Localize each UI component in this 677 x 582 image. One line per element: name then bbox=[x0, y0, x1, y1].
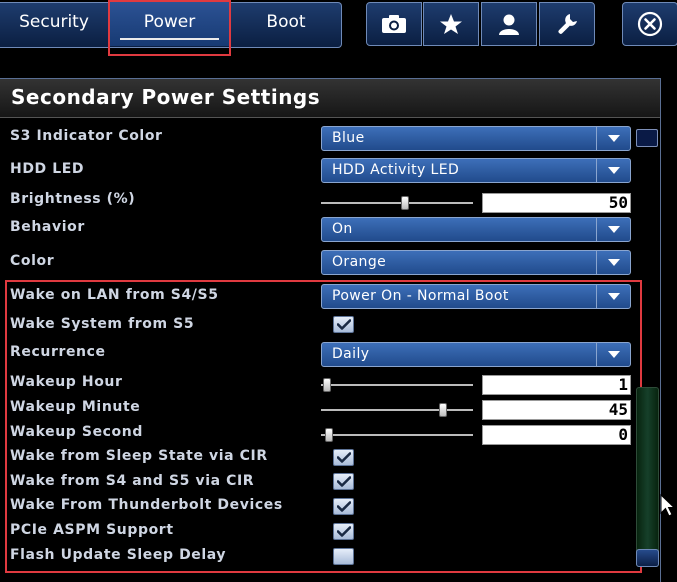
checkmark-icon bbox=[336, 501, 351, 512]
wake-system-s5-label: Wake System from S5 bbox=[10, 316, 195, 332]
wake-thunderbolt-checkbox[interactable] bbox=[333, 498, 354, 515]
slider-thumb[interactable] bbox=[400, 196, 409, 210]
recurrence-label: Recurrence bbox=[10, 344, 106, 360]
s3-indicator-color-value: Blue bbox=[332, 130, 365, 146]
hdd-led-label: HDD LED bbox=[10, 161, 85, 177]
wake-on-lan-value: Power On - Normal Boot bbox=[332, 288, 509, 304]
chevron-down-icon bbox=[596, 343, 630, 366]
chevron-down-icon bbox=[596, 127, 630, 150]
wake-s4-s5-cir-label: Wake from S4 and S5 via CIR bbox=[10, 473, 255, 489]
checkmark-icon bbox=[336, 526, 351, 537]
scroll-down-button[interactable] bbox=[636, 549, 659, 567]
hdd-led-select[interactable]: HDD Activity LED bbox=[321, 158, 631, 183]
wakeup-second-slider[interactable] bbox=[321, 428, 473, 442]
behavior-value: On bbox=[332, 221, 353, 237]
hdd-led-value: HDD Activity LED bbox=[332, 162, 460, 178]
pcie-aspm-label: PCIe ASPM Support bbox=[10, 522, 174, 538]
user-button[interactable] bbox=[481, 2, 537, 46]
recurrence-select[interactable]: Daily bbox=[321, 342, 631, 367]
wakeup-hour-label: Wakeup Hour bbox=[10, 374, 123, 390]
slider-thumb[interactable] bbox=[323, 378, 332, 392]
user-icon bbox=[499, 14, 519, 35]
settings-button[interactable] bbox=[539, 2, 595, 46]
mouse-cursor-icon bbox=[660, 494, 676, 517]
color-label: Color bbox=[10, 253, 55, 269]
top-nav-bar: Security Power Boot bbox=[0, 0, 677, 58]
color-value: Orange bbox=[332, 254, 387, 270]
scrollbar[interactable] bbox=[636, 387, 659, 567]
checkmark-icon bbox=[336, 319, 351, 330]
s3-indicator-color-select[interactable]: Blue bbox=[321, 126, 631, 151]
wakeup-second-input[interactable]: 0 bbox=[482, 425, 631, 445]
panel-title-bar: Secondary Power Settings bbox=[0, 79, 660, 118]
star-icon bbox=[440, 14, 462, 34]
favorites-button[interactable] bbox=[423, 2, 479, 46]
wrench-icon bbox=[558, 14, 577, 34]
wake-system-s5-checkbox[interactable] bbox=[333, 316, 354, 333]
wake-sleep-cir-checkbox[interactable] bbox=[333, 449, 354, 466]
wakeup-hour-input[interactable]: 1 bbox=[482, 375, 631, 395]
behavior-label: Behavior bbox=[10, 219, 85, 235]
tab-security-label: Security bbox=[19, 12, 89, 32]
wakeup-minute-label: Wakeup Minute bbox=[10, 399, 141, 415]
chevron-down-icon bbox=[596, 159, 630, 182]
wakeup-hour-slider[interactable] bbox=[321, 378, 473, 392]
brightness-slider[interactable] bbox=[321, 196, 473, 210]
close-button[interactable] bbox=[622, 2, 677, 46]
s3-indicator-color-label: S3 Indicator Color bbox=[10, 128, 163, 144]
slider-track bbox=[321, 409, 473, 411]
wake-s4-s5-cir-checkbox[interactable] bbox=[333, 473, 354, 490]
wakeup-second-label: Wakeup Second bbox=[10, 424, 143, 440]
slider-thumb[interactable] bbox=[324, 428, 333, 442]
page-title: Secondary Power Settings bbox=[11, 85, 321, 109]
s3-color-swatch bbox=[636, 129, 658, 147]
wakeup-minute-slider[interactable] bbox=[321, 403, 473, 417]
flash-update-delay-label: Flash Update Sleep Delay bbox=[10, 547, 227, 563]
checkmark-icon bbox=[336, 452, 351, 463]
tab-boot[interactable]: Boot bbox=[231, 2, 341, 46]
chevron-down-icon bbox=[596, 218, 630, 241]
slider-track bbox=[321, 384, 473, 386]
recurrence-value: Daily bbox=[332, 346, 370, 362]
brightness-input[interactable]: 50 bbox=[482, 193, 631, 213]
tab-security[interactable]: Security bbox=[0, 2, 108, 46]
slider-track bbox=[321, 434, 473, 436]
wake-on-lan-label: Wake on LAN from S4/S5 bbox=[10, 287, 219, 303]
wakeup-minute-input[interactable]: 45 bbox=[482, 400, 631, 420]
tab-boot-label: Boot bbox=[266, 12, 306, 32]
color-select[interactable]: Orange bbox=[321, 250, 631, 275]
checkmark-icon bbox=[336, 476, 351, 487]
chevron-down-icon bbox=[596, 285, 630, 308]
close-circle-icon bbox=[637, 11, 663, 37]
wake-sleep-cir-label: Wake from Sleep State via CIR bbox=[10, 448, 268, 464]
power-tab-highlight bbox=[108, 0, 231, 56]
wake-thunderbolt-label: Wake From Thunderbolt Devices bbox=[10, 497, 283, 513]
slider-thumb[interactable] bbox=[438, 403, 447, 417]
camera-icon bbox=[382, 15, 406, 33]
slider-track bbox=[321, 202, 473, 204]
pcie-aspm-checkbox[interactable] bbox=[333, 523, 354, 540]
flash-update-delay-checkbox[interactable] bbox=[333, 548, 354, 565]
brightness-label: Brightness (%) bbox=[10, 191, 136, 207]
chevron-down-icon bbox=[596, 251, 630, 274]
wake-on-lan-select[interactable]: Power On - Normal Boot bbox=[321, 284, 631, 309]
behavior-select[interactable]: On bbox=[321, 217, 631, 242]
camera-button[interactable] bbox=[366, 2, 422, 46]
